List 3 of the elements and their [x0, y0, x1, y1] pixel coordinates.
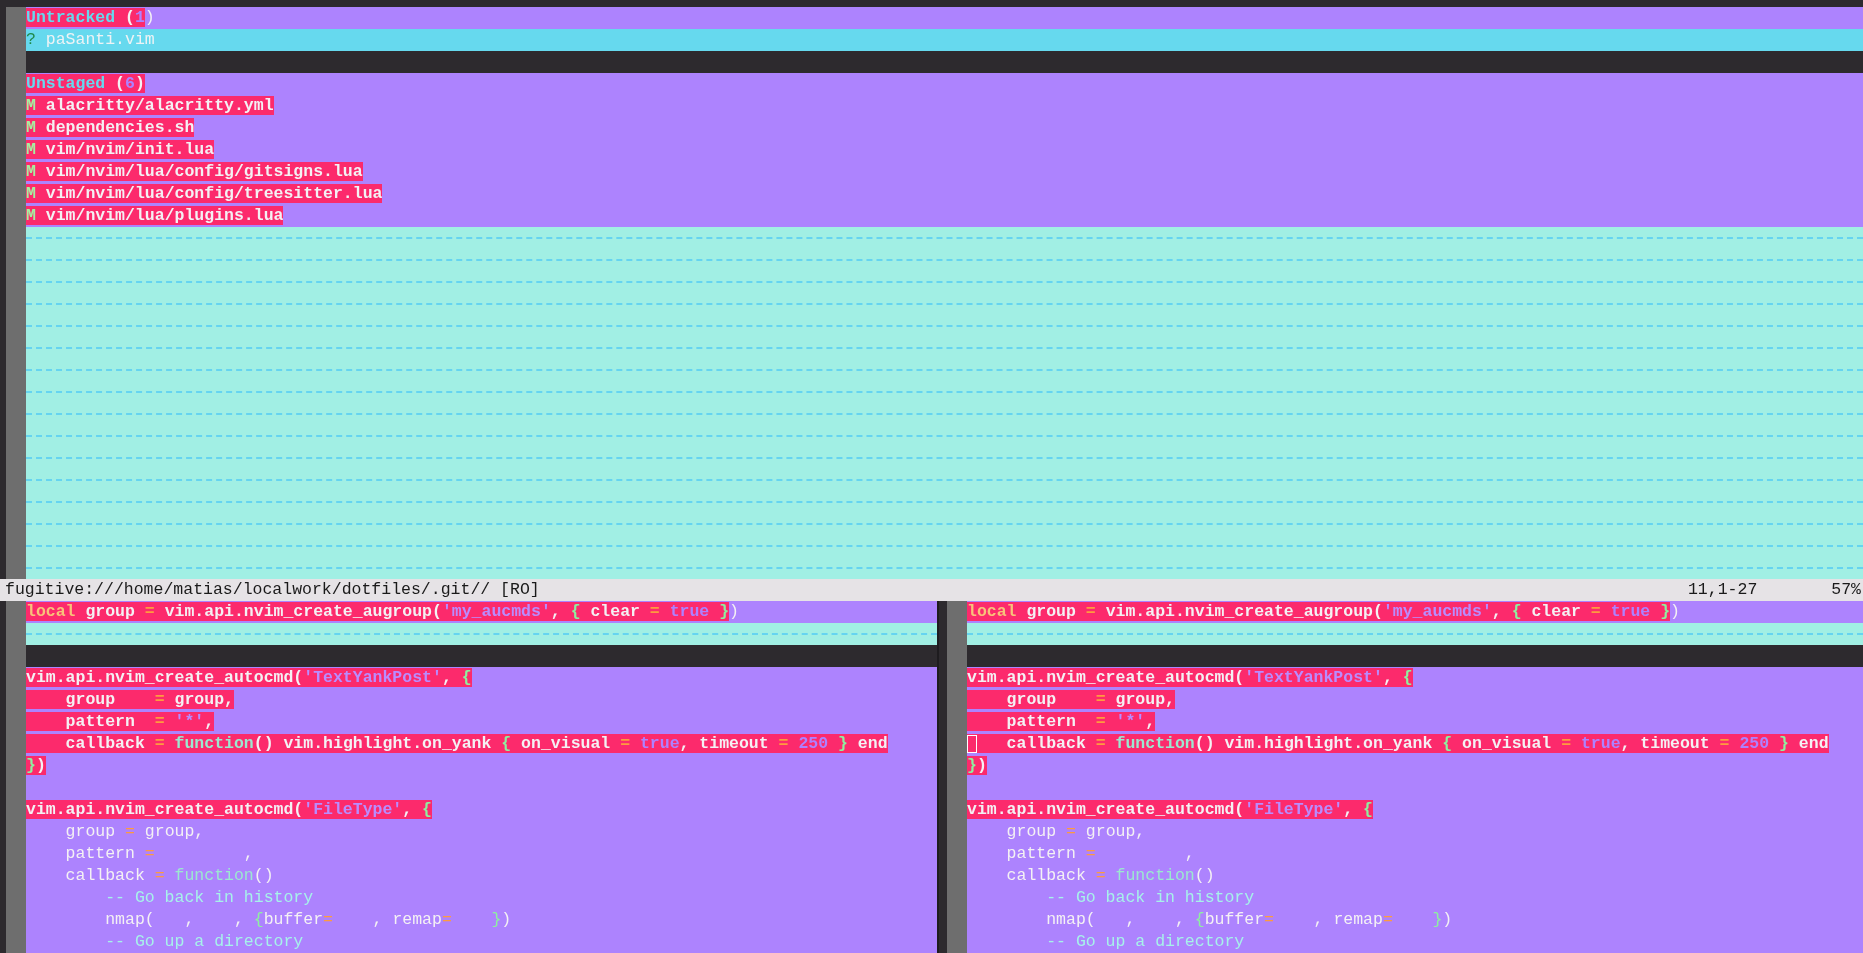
file-path: fugitive:///home/matias/localwork/dotfiles/.git// [RO]	[5, 579, 541, 601]
cursor-position: 11,1-27	[1687, 579, 1758, 601]
scroll-percent: 57%	[1831, 579, 1861, 601]
